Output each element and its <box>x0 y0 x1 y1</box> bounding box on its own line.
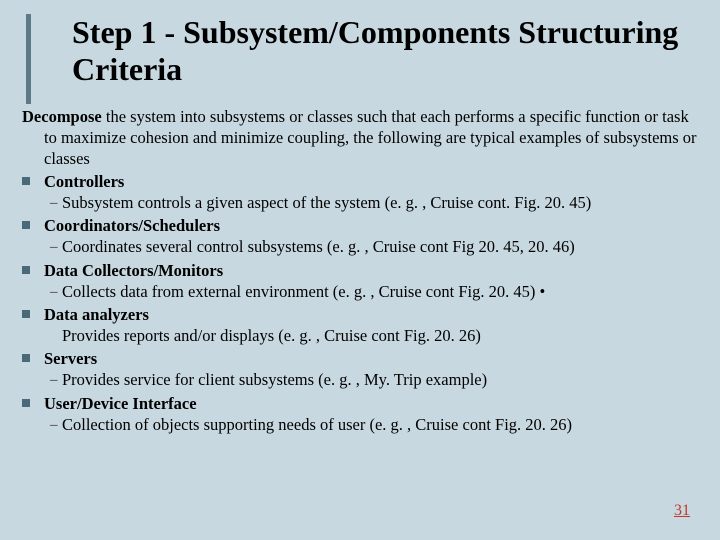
item-label: Servers <box>44 348 97 369</box>
intro-rest: the system into subsystems or classes su… <box>44 107 697 168</box>
sub-item: –Subsystem controls a given aspect of th… <box>22 192 698 213</box>
list-item: Coordinators/Schedulers <box>22 215 698 236</box>
dash-bullet-icon <box>50 325 62 326</box>
sub-item-text: Provides reports and/or displays (e. g. … <box>62 325 698 346</box>
dash-bullet-icon: – <box>50 369 62 390</box>
title-accent-bar <box>26 14 31 104</box>
slide: Step 1 - Subsystem/Components Structurin… <box>0 0 720 540</box>
item-label: Controllers <box>44 171 124 192</box>
items-list: Controllers–Subsystem controls a given a… <box>22 171 698 435</box>
slide-title: Step 1 - Subsystem/Components Structurin… <box>72 14 698 88</box>
square-bullet-icon <box>22 177 30 185</box>
square-bullet-icon <box>22 221 30 229</box>
intro-lead: Decompose <box>22 107 102 126</box>
list-item: Data Collectors/Monitors <box>22 260 698 281</box>
page-number: 31 <box>674 502 690 520</box>
sub-item: –Collection of objects supporting needs … <box>22 414 698 435</box>
sub-item: Provides reports and/or displays (e. g. … <box>22 325 698 346</box>
square-bullet-icon <box>22 266 30 274</box>
list-item: User/Device Interface <box>22 393 698 414</box>
sub-item-text: Provides service for client subsystems (… <box>62 369 698 390</box>
slide-body: Decompose the system into subsystems or … <box>22 106 698 435</box>
square-bullet-icon <box>22 354 30 362</box>
sub-item-text: Subsystem controls a given aspect of the… <box>62 192 698 213</box>
title-block: Step 1 - Subsystem/Components Structurin… <box>72 14 698 88</box>
square-bullet-icon <box>22 310 30 318</box>
dash-bullet-icon: – <box>50 192 62 213</box>
item-label: Data analyzers <box>44 304 149 325</box>
item-label: User/Device Interface <box>44 393 197 414</box>
sub-item-text: Coordinates several control subsystems (… <box>62 236 698 257</box>
list-item: Data analyzers <box>22 304 698 325</box>
dash-bullet-icon: – <box>50 236 62 257</box>
item-label: Data Collectors/Monitors <box>44 260 223 281</box>
square-bullet-icon <box>22 399 30 407</box>
intro-line: Decompose the system into subsystems or … <box>22 106 698 169</box>
dash-bullet-icon: – <box>50 281 62 302</box>
item-label: Coordinators/Schedulers <box>44 215 220 236</box>
list-item: Servers <box>22 348 698 369</box>
dash-bullet-icon: – <box>50 414 62 435</box>
list-item: Controllers <box>22 171 698 192</box>
sub-item: –Collects data from external environment… <box>22 281 698 302</box>
sub-item: –Coordinates several control subsystems … <box>22 236 698 257</box>
sub-item-text: Collects data from external environment … <box>62 281 698 302</box>
sub-item-text: Collection of objects supporting needs o… <box>62 414 698 435</box>
sub-item: –Provides service for client subsystems … <box>22 369 698 390</box>
